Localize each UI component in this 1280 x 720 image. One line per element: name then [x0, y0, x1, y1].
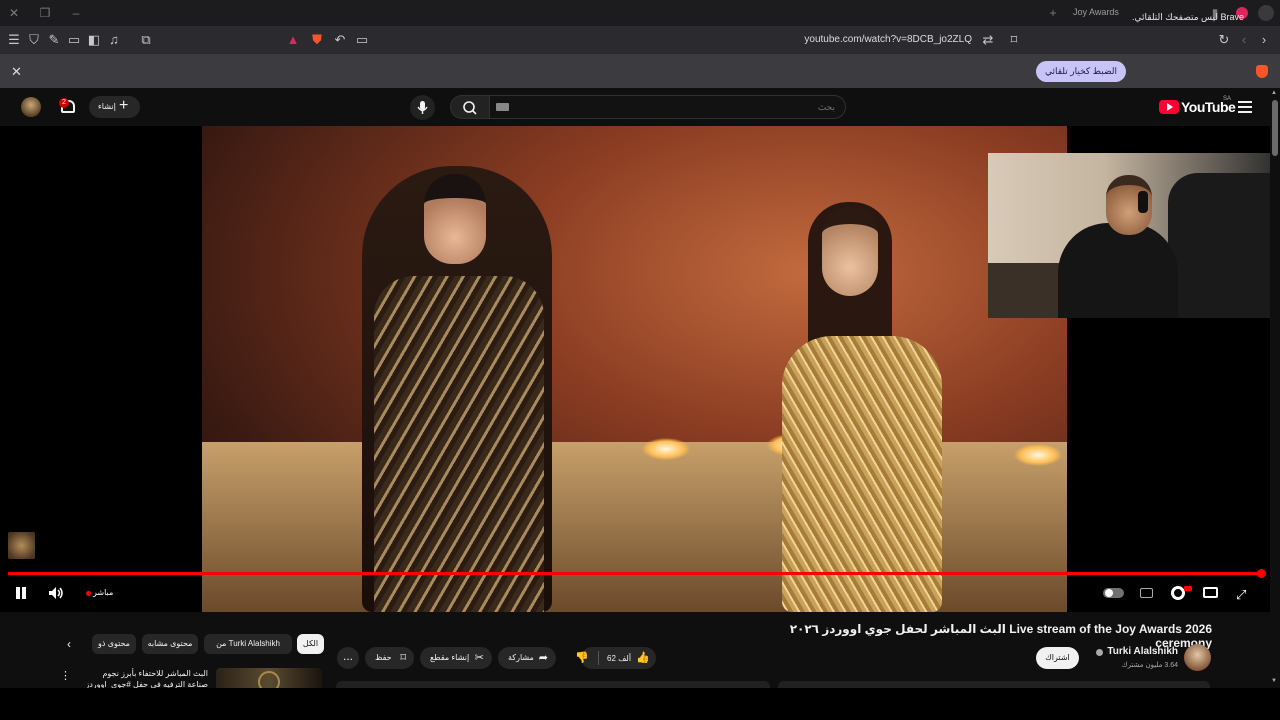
- close-icon[interactable]: ✕: [11, 64, 22, 80]
- stream-channel-avatar[interactable]: [8, 532, 35, 559]
- notification-badge: 2: [59, 98, 69, 108]
- notification-text: Brave ليس متصفحك التلقائي.: [1132, 12, 1244, 22]
- pause-button[interactable]: [15, 587, 27, 599]
- microphone-icon: [417, 101, 428, 114]
- bookmark-save-icon: ⌑: [400, 652, 406, 664]
- share-icon: ➦: [538, 652, 548, 664]
- autoplay-toggle[interactable]: [1103, 588, 1124, 598]
- live-indicator-icon: [86, 591, 91, 596]
- create-label: إنشاء: [98, 102, 116, 111]
- brave-rewards-triangle-icon[interactable]: ▲: [285, 32, 301, 48]
- progress-scrubber[interactable]: [1257, 569, 1266, 578]
- search-button[interactable]: [450, 95, 490, 119]
- chip-related[interactable]: محتوى ذو صلة: [92, 634, 136, 654]
- headset-icon: [1138, 191, 1148, 213]
- minimize-window-icon[interactable]: –: [68, 5, 84, 21]
- share-button[interactable]: مشاركة ➦: [498, 647, 556, 669]
- scrollbar[interactable]: [1270, 90, 1280, 688]
- miniplayer-button[interactable]: [1203, 587, 1218, 598]
- verified-check-icon: [1096, 649, 1103, 656]
- chevron-left-icon[interactable]: ‹: [67, 637, 71, 651]
- country-code: SA: [1223, 96, 1232, 102]
- scissors-icon: ✂: [474, 652, 484, 664]
- share-label: مشاركة: [508, 653, 534, 662]
- menu-icon[interactable]: ☰: [6, 32, 22, 48]
- presenter-right-dress: [782, 336, 942, 612]
- clip-label: إنشاء مقطع: [430, 653, 470, 662]
- search-icon: [463, 101, 477, 115]
- plus-icon: +: [119, 97, 129, 114]
- new-tab-icon[interactable]: +: [1045, 5, 1061, 21]
- volume-button[interactable]: [48, 586, 64, 600]
- shield-icon[interactable]: ⛉: [26, 32, 42, 48]
- hamburger-menu-icon[interactable]: [1238, 101, 1252, 113]
- chip-from-channel[interactable]: من Turki Alalshikh: [204, 634, 292, 654]
- forward-icon[interactable]: ›: [1256, 32, 1272, 48]
- restore-window-icon[interactable]: ❐: [37, 5, 53, 21]
- scroll-down-icon[interactable]: ▼: [1271, 678, 1277, 684]
- tab-title[interactable]: Joy Awards: [1073, 7, 1119, 17]
- stage-light: [1014, 444, 1062, 466]
- scrollbar-thumb[interactable]: [1272, 100, 1278, 156]
- webcam-chair: [1168, 173, 1280, 318]
- music-icon[interactable]: ♫: [106, 32, 122, 48]
- subscribe-button[interactable]: اشتراك: [1036, 647, 1079, 669]
- presenter-left-head: [424, 174, 486, 264]
- dislike-button[interactable]: 👎: [575, 651, 589, 664]
- close-window-icon[interactable]: ✕: [6, 5, 22, 21]
- site-settings-icon[interactable]: ⇄: [980, 32, 996, 48]
- back-icon[interactable]: ‹: [1236, 32, 1252, 48]
- settings-gear-icon[interactable]: [1171, 586, 1185, 600]
- address-bar[interactable]: youtube.com/watch?v=8DCB_jo2ZLQ: [800, 34, 972, 45]
- browser-title-bar: ✕ ❐ – + Joy Awards ▮: [0, 0, 1280, 26]
- clip-button[interactable]: إنشاء مقطع ✂: [420, 647, 492, 669]
- fullscreen-icon[interactable]: ⤢: [1236, 587, 1246, 603]
- like-count[interactable]: 62 ألف: [607, 654, 631, 663]
- chip-similar[interactable]: محتوى مشابه: [142, 634, 198, 654]
- live-label[interactable]: مباشر: [93, 588, 113, 597]
- pen-icon[interactable]: ✎: [46, 32, 62, 48]
- sidebar-icon[interactable]: ◧: [86, 32, 102, 48]
- captions-button[interactable]: [1140, 588, 1153, 598]
- tabs-icon[interactable]: ▭: [66, 32, 82, 48]
- scroll-up-icon[interactable]: ▲: [1271, 90, 1277, 96]
- subscriber-count: 3.64 مليون مشترك: [1121, 662, 1178, 669]
- brave-shields-icon[interactable]: ⛊: [309, 32, 325, 48]
- like-divider: [598, 651, 599, 665]
- voice-search-button[interactable]: [410, 95, 435, 120]
- chip-all[interactable]: الكل: [297, 634, 324, 654]
- save-label: حفظ: [375, 653, 392, 662]
- youtube-logo-icon[interactable]: [1159, 100, 1179, 114]
- video-frame[interactable]: [202, 126, 1067, 612]
- brave-logo-icon: [1256, 65, 1268, 78]
- reload-icon[interactable]: ↻: [1216, 32, 1232, 48]
- presenter-right-head: [822, 206, 878, 296]
- hd-badge: [1184, 586, 1192, 591]
- browser-toolbar: ☰ ⛉ ✎ ▭ ◧ ♫ ⧉ ▲ ⛊ ↶ ▭ youtube.com/watch?…: [0, 26, 1280, 54]
- keyboard-icon[interactable]: [496, 103, 509, 111]
- search-input[interactable]: [489, 95, 846, 119]
- progress-bar[interactable]: [8, 572, 1262, 575]
- volume-icon: [49, 587, 63, 599]
- set-default-button[interactable]: الضبط كخيار تلقائي: [1036, 61, 1126, 82]
- presenter-left-cape: [374, 276, 544, 612]
- channel-name[interactable]: Turki Alalshikh: [1096, 646, 1178, 657]
- save-button[interactable]: حفظ ⌑: [365, 647, 414, 669]
- channel-avatar[interactable]: [1184, 644, 1211, 671]
- more-actions-button[interactable]: ...: [337, 647, 359, 669]
- kebab-menu-icon[interactable]: ⋮: [60, 669, 71, 682]
- webcam-person: [1058, 223, 1178, 318]
- screenshot-icon[interactable]: ⧉: [138, 32, 154, 48]
- like-button[interactable]: 👍: [636, 651, 650, 664]
- bookmark-icon[interactable]: ⌑: [1006, 32, 1022, 48]
- webcam-overlay: [988, 153, 1280, 318]
- bottom-edge: [0, 688, 1280, 720]
- profile-icon[interactable]: [1258, 5, 1274, 21]
- reload-extension-icon[interactable]: ↶: [332, 32, 348, 48]
- stage-light: [642, 438, 690, 460]
- avatar[interactable]: [21, 97, 41, 117]
- cast-icon[interactable]: ▭: [354, 32, 370, 48]
